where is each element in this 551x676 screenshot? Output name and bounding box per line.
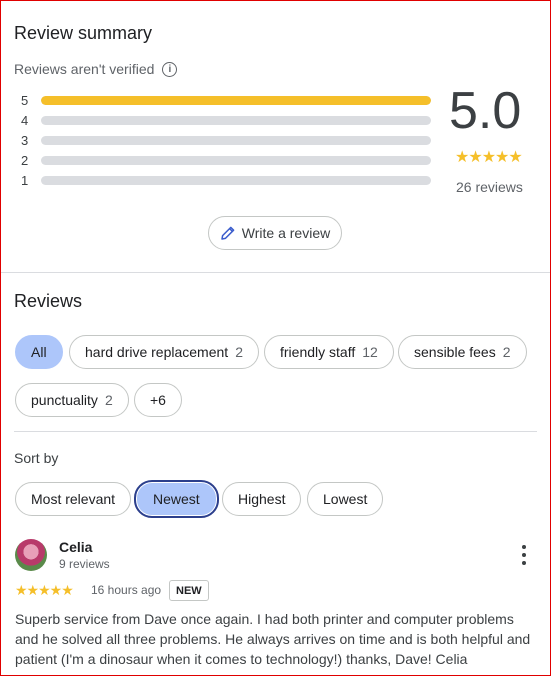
filter-divider bbox=[14, 431, 537, 432]
reviews-title: Reviews bbox=[14, 291, 83, 311]
rating-bar-label: 4 bbox=[21, 112, 29, 128]
rating-bar-label: 2 bbox=[21, 152, 29, 168]
sort-highest[interactable]: Highest bbox=[222, 482, 302, 516]
average-stars: ★★★★★ bbox=[455, 149, 523, 166]
write-review-label: Write a review bbox=[241, 225, 331, 241]
write-review-button[interactable]: Write a review bbox=[208, 216, 342, 250]
sort-option-label: Most relevant bbox=[31, 491, 116, 507]
filter-chip-hard-drive-replacement[interactable]: hard drive replacement 2 bbox=[69, 335, 259, 369]
chip-label: +6 bbox=[150, 392, 166, 408]
review-text: Superb service from Dave once again. I h… bbox=[15, 611, 531, 667]
sort-option-label: Newest bbox=[153, 491, 200, 507]
review-timestamp: 16 hours ago bbox=[91, 583, 162, 597]
sort-most-relevant[interactable]: Most relevant bbox=[15, 482, 132, 516]
average-rating: 5.0 bbox=[449, 82, 522, 140]
verified-note-text: Reviews aren't verified bbox=[14, 61, 155, 77]
chip-count: 2 bbox=[104, 392, 113, 408]
review-count-link[interactable]: 26 reviews bbox=[456, 179, 523, 195]
chip-label: All bbox=[31, 344, 47, 360]
review-panel: Review summary Reviews aren't verified i… bbox=[0, 0, 551, 676]
info-icon[interactable]: i bbox=[162, 61, 178, 77]
rating-bar-row[interactable]: 5 bbox=[21, 90, 431, 110]
rating-distribution: 5 4 3 2 1 bbox=[21, 90, 431, 190]
more-options-icon[interactable] bbox=[516, 545, 532, 565]
rating-bar-track bbox=[41, 175, 431, 185]
new-badge: NEW bbox=[169, 580, 209, 601]
sort-newest[interactable]: Newest bbox=[134, 480, 219, 518]
rating-bar-row[interactable]: 4 bbox=[21, 110, 431, 130]
rating-bar-row[interactable]: 3 bbox=[21, 130, 431, 150]
rating-bar-label: 1 bbox=[21, 172, 29, 188]
rating-bar-track bbox=[41, 135, 431, 145]
rating-bar-track bbox=[41, 115, 431, 125]
chip-label: sensible fees bbox=[414, 344, 496, 360]
filter-chip-more[interactable]: +6 bbox=[134, 383, 182, 417]
rating-bar-track bbox=[41, 155, 431, 165]
verified-note: Reviews aren't verified i bbox=[14, 61, 178, 77]
filter-chip-friendly-staff[interactable]: friendly staff 12 bbox=[264, 335, 394, 369]
reviewer-name[interactable]: Celia bbox=[59, 539, 92, 555]
rating-bar-row[interactable]: 2 bbox=[21, 150, 431, 170]
sort-label: Sort by bbox=[14, 450, 59, 466]
filter-chip-punctuality[interactable]: punctuality 2 bbox=[15, 383, 129, 417]
chip-label: hard drive replacement bbox=[85, 344, 229, 360]
rating-bar-fill bbox=[41, 95, 431, 105]
chip-label: friendly staff bbox=[280, 344, 356, 360]
chip-label: punctuality bbox=[31, 392, 98, 408]
section-divider bbox=[1, 272, 550, 273]
filter-chip-sensible-fees[interactable]: sensible fees 2 bbox=[398, 335, 527, 369]
sort-lowest[interactable]: Lowest bbox=[307, 482, 384, 516]
sort-option-label: Highest bbox=[238, 491, 286, 507]
pencil-icon bbox=[221, 226, 235, 240]
rating-bar-label: 3 bbox=[21, 132, 29, 148]
rating-bar-row[interactable]: 1 bbox=[21, 170, 431, 190]
reviewer-review-count: 9 reviews bbox=[59, 557, 110, 571]
review-stars: ★★★★★ bbox=[15, 582, 74, 598]
avatar[interactable] bbox=[15, 539, 47, 571]
chip-count: 2 bbox=[502, 344, 511, 360]
filter-chip-all[interactable]: All bbox=[15, 335, 63, 369]
chip-count: 12 bbox=[362, 344, 378, 360]
review-summary-title: Review summary bbox=[14, 23, 153, 43]
rating-bar-track bbox=[41, 95, 431, 105]
sort-option-label: Lowest bbox=[323, 491, 368, 507]
rating-bar-label: 5 bbox=[21, 92, 29, 108]
chip-count: 2 bbox=[235, 344, 243, 360]
